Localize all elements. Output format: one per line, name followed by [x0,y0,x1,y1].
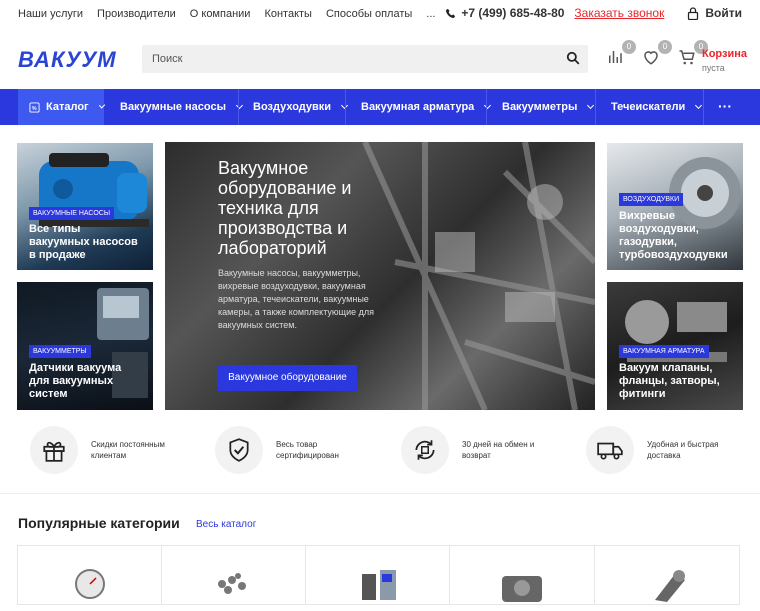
category-card[interactable] [305,545,450,605]
nav-item-label: Воздуходувки [253,101,332,113]
chevron-down-icon [98,102,106,109]
catalog-icon: % [29,101,40,113]
valve-image [655,570,685,602]
pump-unit-image [502,576,542,602]
search-input[interactable]: Поиск [142,45,588,73]
advantage-text: Весь товар сертифицирован [276,440,339,460]
callback-link[interactable]: Заказать звонок [574,6,664,20]
login-link[interactable]: Войти [705,6,742,20]
banner-tag: ВАКУУМНАЯ АРМАТУРА [619,345,709,358]
top-bar: Наши услуги Производители О компании Кон… [0,0,760,28]
chevron-down-icon [235,101,244,110]
nav-item-label: Вакуумные насосы [120,101,226,113]
banner-pumps[interactable]: ВАКУУМНЫЕ НАСОСЫ Все типы вакуумных насо… [17,143,153,270]
advantage-text: Удобная и быстрая доставка [647,440,719,460]
advantage-text: Скидки постоянным клиентам [91,440,165,460]
advantage-item: Скидки постоянным клиентам [30,426,186,474]
banner-tag: ВОЗДУХОДУВКИ [619,193,684,206]
banner-tag: ВАКУУМНЫЕ НАСОСЫ [29,207,115,220]
top-link-payment[interactable]: Способы оплаты [326,8,412,20]
top-link-more[interactable]: ... [426,8,435,20]
banner-title: Все типы вакуумных насосов в продаже [29,223,138,261]
svg-text:%: % [32,105,37,111]
nav-separator [595,89,596,125]
favorites-count-badge: 0 [658,40,672,54]
nav-separator [238,89,239,125]
nav-item-gauges[interactable]: Вакуумметры [502,101,595,113]
banner-title: Вихревые воздуходувки, газодувки, турбов… [619,210,728,261]
category-card[interactable] [161,545,306,605]
chevron-down-icon [695,101,703,110]
cart-button[interactable]: 0 [678,40,708,70]
cart-status: пуста [702,63,725,73]
search-icon[interactable] [566,51,580,65]
shield-check-icon [229,438,249,462]
devices-image [362,570,396,600]
banner-tag: ВАКУУММЕТРЫ [29,345,91,358]
advantage-item: Удобная и быстрая доставка [586,426,742,474]
nav-item-label: Вакуумметры [502,101,578,113]
top-links: Наши услуги Производители О компании Кон… [18,8,449,20]
category-card[interactable] [594,545,740,605]
cart-title: Корзина [702,48,747,60]
nav-item-fittings[interactable]: Вакуумная арматура [361,101,492,113]
advantage-item: 30 дней на обмен и возврат [401,426,557,474]
cart-icon [679,50,695,65]
nav-item-pumps[interactable]: Вакуумные насосы [120,101,244,113]
banner-gauges[interactable]: ВАКУУММЕТРЫ Датчики вакуума для вакуумны… [17,282,153,410]
search-placeholder: Поиск [152,53,183,65]
chevron-down-icon [587,101,595,110]
top-link-about[interactable]: О компании [190,8,251,20]
exchange-icon [415,440,435,460]
nav-separator [703,89,704,125]
hero-title: Вакуумное оборудование и техника для про… [218,158,352,258]
compare-button[interactable]: 0 [606,40,636,70]
nav-more-button[interactable]: ··· [718,98,732,114]
catalog-button[interactable]: % Каталог [18,89,106,125]
banner-title: Вакуум клапаны, фланцы, затворы, фитинги [619,362,720,400]
phone-number[interactable]: +7 (499) 685-48-80 [461,6,564,20]
top-link-contacts[interactable]: Контакты [264,8,312,20]
truck-icon [597,442,623,460]
nav-item-label: Вакуумная арматура [361,101,475,113]
all-catalog-link[interactable]: Весь каталог [196,519,256,530]
hero-description: Вакуумные насосы, вакуумметры, вихревые … [218,268,374,330]
hero-equipment-button[interactable]: Вакуумное оборудование [218,365,357,391]
advantage-text: 30 дней на обмен и возврат [462,440,535,460]
category-card[interactable] [449,545,595,605]
banner-title: Датчики вакуума для вакуумных систем [29,362,122,400]
gift-icon [43,441,65,462]
catalog-label: Каталог [46,101,89,113]
heart-icon [644,51,658,65]
hero-banner: Вакуумное оборудование и техника для про… [165,142,595,410]
section-divider [0,493,760,494]
compare-count-badge: 0 [622,40,636,54]
nav-item-blowers[interactable]: Воздуходувки [253,101,349,113]
main-nav: % Каталог Вакуумные насосы Воздуходувки … [0,89,760,125]
pressure-gauge-image [75,569,105,599]
category-card[interactable] [17,545,162,605]
cart-summary[interactable]: Корзина пуста [702,48,747,73]
phone-icon [446,8,456,18]
favorites-button[interactable]: 0 [642,40,672,70]
nav-item-leak-detectors[interactable]: Течеискатели [611,101,703,113]
nav-item-label: Течеискатели [611,101,686,113]
compare-icon [609,51,622,63]
nav-separator [486,89,487,125]
advantage-item: Весь товар сертифицирован [215,426,371,474]
fittings-parts-image [218,573,246,594]
banner-fittings[interactable]: ВАКУУМНАЯ АРМАТУРА Вакуум клапаны, фланц… [607,282,743,410]
header: ВАКУУМ Поиск 0 0 0 Корзина пуста [0,28,760,88]
banner-blowers[interactable]: ВОЗДУХОДУВКИ Вихревые воздуходувки, газо… [607,143,743,270]
nav-separator [345,89,346,125]
lock-icon [688,6,699,20]
popular-categories-title: Популярные категории [18,515,180,531]
top-link-manufacturers[interactable]: Производители [97,8,176,20]
logo[interactable]: ВАКУУМ [18,47,117,73]
top-link-services[interactable]: Наши услуги [18,8,83,20]
